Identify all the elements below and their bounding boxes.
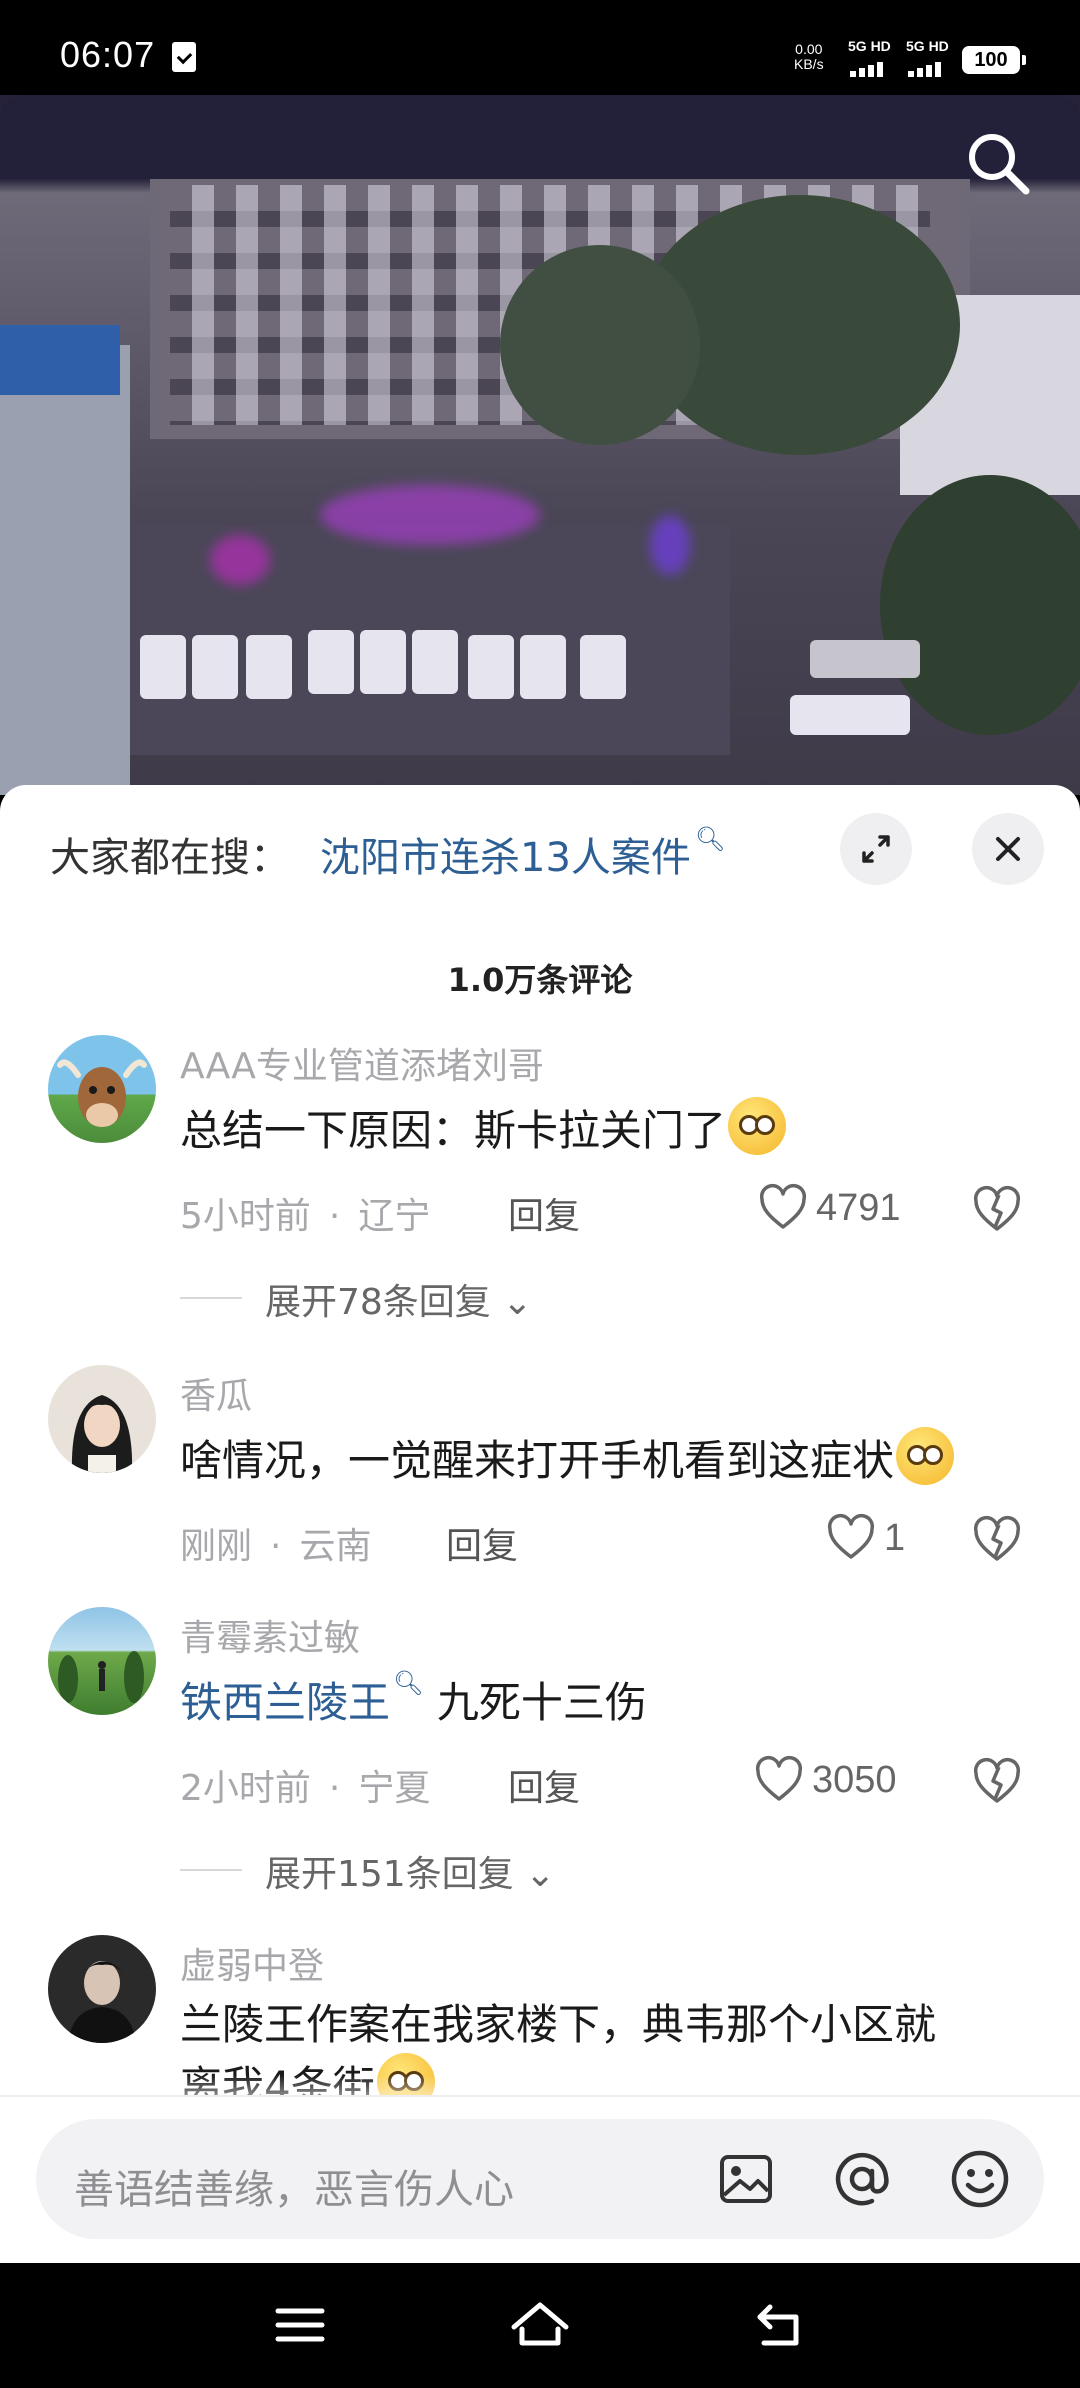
- emoji-icon[interactable]: [946, 2145, 1014, 2213]
- dislike-icon[interactable]: [972, 1757, 1022, 1807]
- dislike-icon[interactable]: [972, 1185, 1022, 1235]
- system-nav-bar: [0, 2263, 1080, 2388]
- comment-input[interactable]: 善语结善缘，恶言伤人心: [36, 2119, 1044, 2239]
- avatar[interactable]: [48, 1035, 156, 1143]
- comment-meta: 2小时前 · 宁夏: [180, 1768, 431, 1809]
- chevron-down-icon: ⌄: [490, 1282, 533, 1323]
- search-icon: 🔍︎: [694, 825, 726, 853]
- like-count: 3050: [812, 1759, 897, 1801]
- comment-placeholder: 善语结善缘，恶言伤人心: [74, 2167, 514, 2213]
- dislike-icon[interactable]: [972, 1515, 1022, 1565]
- mention-icon[interactable]: [828, 2145, 896, 2213]
- avatar[interactable]: [48, 1365, 156, 1473]
- search-icon[interactable]: [962, 127, 1034, 199]
- signal-icon: 5G HD: [906, 38, 960, 78]
- comment-item: 青霉素过敏 铁西兰陵王 🔍︎ 九死十三伤 2小时前 · 宁夏 回复 3050 展开15…: [0, 1607, 1080, 1907]
- status-bar: 06:07 0.00 KB/s 5G HD 5G HD 100: [0, 0, 1080, 95]
- chevron-down-icon: ⌄: [513, 1854, 556, 1895]
- like-button[interactable]: 3050: [754, 1755, 897, 1807]
- hashtag-link[interactable]: 铁西兰陵王 🔍︎: [180, 1669, 423, 1727]
- comment-author[interactable]: 虚弱中登: [180, 1937, 324, 1989]
- comment-text: 啥情况，一觉醒来打开手机看到这症状: [180, 1427, 955, 1488]
- comment-author[interactable]: 青霉素过敏: [180, 1609, 360, 1661]
- like-button[interactable]: 4791: [758, 1183, 901, 1235]
- like-count: 1: [884, 1517, 906, 1559]
- comment-author[interactable]: AAA专业管道添堵刘哥: [180, 1037, 544, 1089]
- heart-icon: [755, 1756, 803, 1801]
- comment-item: AAA专业管道添堵刘哥 总结一下原因：斯卡拉关门了 5小时前 · 辽宁 回复 479…: [0, 1035, 1080, 1335]
- clock: 06:07: [60, 34, 156, 75]
- image-icon[interactable]: [712, 2145, 780, 2213]
- divider: [180, 1869, 242, 1871]
- close-icon: [996, 837, 1020, 861]
- back-icon[interactable]: [748, 2293, 812, 2357]
- comment-sheet: 大家都在搜： 沈阳市连杀13人案件 🔍︎ 1.0万条评论 AAA专业管道添堵刘哥…: [0, 785, 1080, 2263]
- signal-icon: 5G HD: [848, 38, 902, 78]
- heart-icon: [759, 1184, 807, 1229]
- expand-icon: [862, 835, 890, 863]
- hot-search-prefix: 大家都在搜：: [50, 835, 290, 881]
- like-button[interactable]: 1: [826, 1513, 905, 1565]
- video-top-bar: [0, 95, 1080, 179]
- network-speed: 0.00 KB/s: [794, 41, 824, 72]
- comment-text: 总结一下原因：斯卡拉关门了: [180, 1097, 787, 1158]
- search-icon: 🔍︎: [393, 1669, 424, 1697]
- expand-button[interactable]: [840, 813, 912, 885]
- dizzy-face-emoji-icon: [896, 1427, 955, 1485]
- comment-meta: 5小时前 · 辽宁: [180, 1196, 431, 1237]
- comment-input-bar: 善语结善缘，恶言伤人心: [0, 2095, 1080, 2263]
- comment-meta: 刚刚 · 云南: [180, 1526, 372, 1567]
- comment-count: 1.0万条评论: [447, 961, 633, 999]
- home-icon[interactable]: [508, 2293, 572, 2357]
- avatar[interactable]: [48, 1607, 156, 1715]
- menu-icon[interactable]: [268, 2293, 332, 2357]
- avatar[interactable]: [48, 1935, 156, 2043]
- flushed-emoji-icon: [728, 1097, 787, 1155]
- close-button[interactable]: [972, 813, 1044, 885]
- comment-author[interactable]: 香瓜: [180, 1367, 252, 1419]
- comment-item: 香瓜 啥情况，一觉醒来打开手机看到这症状 刚刚 · 云南 回复 1: [0, 1365, 1080, 1605]
- like-count: 4791: [816, 1187, 901, 1229]
- hot-search-row: 大家都在搜： 沈阳市连杀13人案件 🔍︎: [0, 785, 1080, 915]
- notification-icon: [172, 42, 196, 72]
- reply-button[interactable]: 回复: [508, 1759, 580, 1811]
- heart-icon: [827, 1514, 875, 1559]
- video-player[interactable]: [0, 95, 1080, 795]
- reply-button[interactable]: 回复: [508, 1187, 580, 1239]
- battery-icon: 100: [962, 46, 1026, 74]
- reply-button[interactable]: 回复: [446, 1517, 518, 1569]
- divider: [180, 1297, 242, 1299]
- comment-text: 铁西兰陵王 🔍︎ 九死十三伤: [180, 1669, 647, 1727]
- hot-search-link[interactable]: 沈阳市连杀13人案件 🔍︎: [320, 825, 725, 883]
